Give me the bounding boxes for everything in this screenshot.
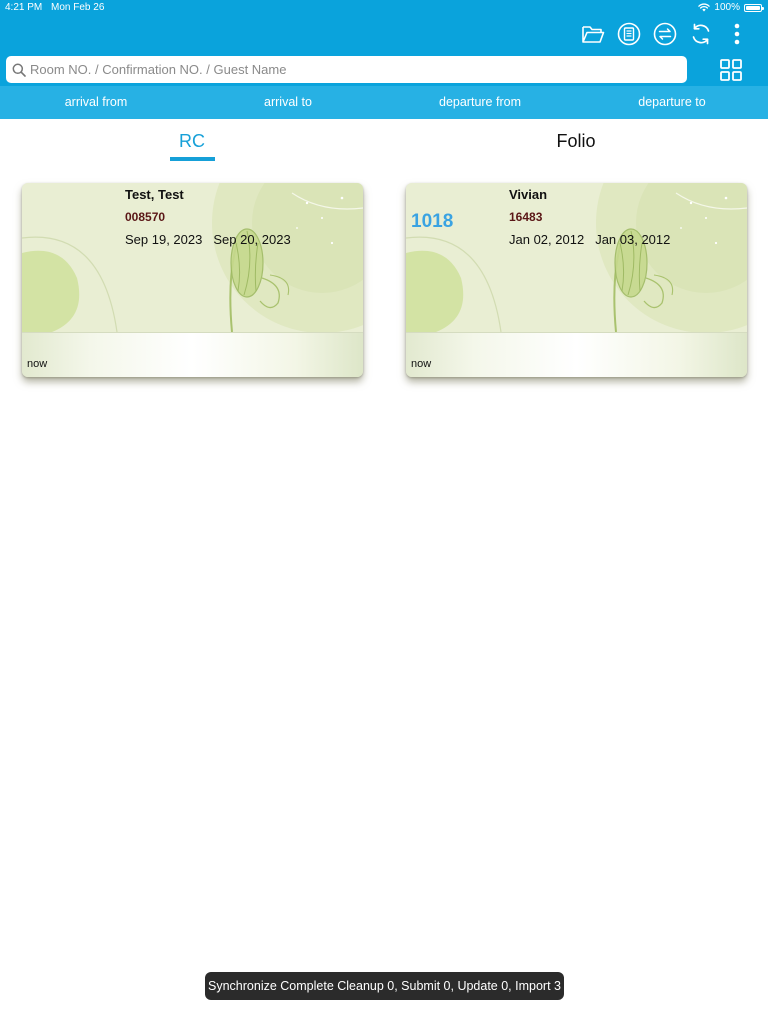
card-background-art <box>22 183 363 332</box>
stay-dates: Jan 02, 2012 Jan 03, 2012 <box>509 232 670 247</box>
folder-icon[interactable] <box>580 21 606 47</box>
card-timestamp: now <box>411 358 432 370</box>
filter-arrival-from[interactable]: arrival from <box>0 86 192 119</box>
status-bar: 4:21 PM Mon Feb 26 100% <box>0 0 768 16</box>
status-date: Mon Feb 26 <box>51 2 105 13</box>
card-background-art <box>406 183 747 332</box>
tab-rc-label: RC <box>179 131 205 151</box>
swap-icon[interactable] <box>652 21 678 47</box>
filter-arrival-to[interactable]: arrival to <box>192 86 384 119</box>
search-row <box>0 52 768 86</box>
search-icon <box>12 63 26 77</box>
filter-departure-from[interactable]: departure from <box>384 86 576 119</box>
battery-icon <box>744 3 764 12</box>
card-timestamp: now <box>27 358 48 370</box>
card-footer <box>406 332 747 377</box>
reservation-card[interactable]: Test, Test 008570 Sep 19, 2023 Sep 20, 20… <box>22 183 363 377</box>
battery-fill <box>746 5 760 10</box>
wifi-icon <box>698 3 711 12</box>
arrival-date: Jan 02, 2012 <box>509 232 585 247</box>
refresh-icon[interactable] <box>688 21 714 47</box>
search-box[interactable] <box>6 56 687 83</box>
tab-rc[interactable]: RC <box>0 119 384 163</box>
filter-bar: arrival from arrival to departure from d… <box>0 86 768 119</box>
sync-toast: Synchronize Complete Cleanup 0, Submit 0… <box>205 972 564 1000</box>
card-footer <box>22 332 363 377</box>
tab-folio[interactable]: Folio <box>384 119 768 163</box>
battery-percent: 100% <box>714 2 740 13</box>
arrival-date: Sep 19, 2023 <box>125 232 203 247</box>
departure-date: Sep 20, 2023 <box>213 232 291 247</box>
reservation-card[interactable]: Vivian 16483 Jan 02, 2012 Jan 03, 2012 10… <box>406 183 747 377</box>
grid-view-icon[interactable] <box>718 57 744 83</box>
toolbar <box>0 16 768 52</box>
status-time: 4:21 PM <box>5 2 43 13</box>
document-save-icon[interactable] <box>616 21 642 47</box>
departure-date: Jan 03, 2012 <box>595 232 671 247</box>
room-number: 1018 <box>411 211 454 232</box>
stay-dates: Sep 19, 2023 Sep 20, 2023 <box>125 232 291 247</box>
search-input[interactable] <box>30 62 670 77</box>
confirmation-number: 16483 <box>509 210 543 224</box>
more-vertical-icon[interactable] <box>724 21 750 47</box>
guest-name: Vivian <box>509 187 548 202</box>
tab-rc-indicator <box>170 157 215 161</box>
filter-departure-to[interactable]: departure to <box>576 86 768 119</box>
tab-bar: RC Folio <box>0 119 768 163</box>
tab-folio-label: Folio <box>556 131 596 151</box>
guest-name: Test, Test <box>125 187 184 202</box>
confirmation-number: 008570 <box>125 210 166 224</box>
